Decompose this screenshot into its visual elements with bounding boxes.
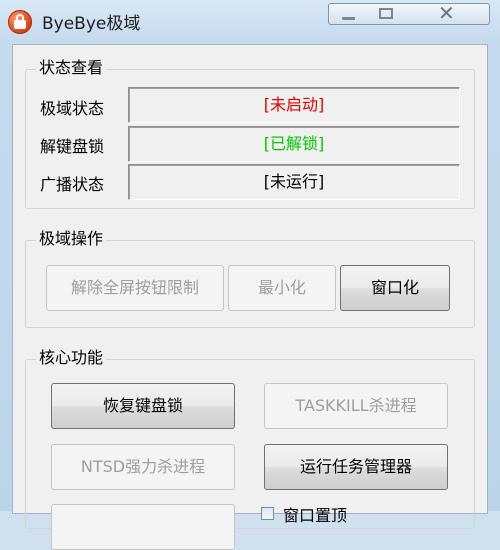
window-title: ByeBye极域 bbox=[42, 14, 141, 34]
minimize-icon bbox=[342, 17, 355, 20]
taskkill-button[interactable]: TASKKILL杀进程 bbox=[264, 383, 448, 429]
ntsd-kill-button[interactable]: NTSD强力杀进程 bbox=[51, 444, 235, 490]
status-label-broadcast: 广播状态 bbox=[40, 175, 105, 194]
title-bar[interactable]: ByeBye极域 ✕ bbox=[0, 0, 500, 42]
status-group-title: 状态查看 bbox=[36, 58, 107, 78]
core-group-title: 核心功能 bbox=[36, 348, 107, 368]
minimize-jiyu-button[interactable]: 最小化 bbox=[228, 265, 336, 311]
app-window: ByeBye极域 ✕ 状态查看 极域状态 [未启动] 解键盘锁 [已解锁] 广播… bbox=[0, 0, 500, 550]
close-window-button[interactable]: ✕ bbox=[406, 1, 490, 25]
windowed-button[interactable]: 窗口化 bbox=[340, 265, 450, 311]
pin-window-label: 窗口置顶 bbox=[283, 506, 348, 525]
keyboard-lock-status-field: [已解锁] bbox=[128, 126, 460, 162]
minimize-window-button[interactable] bbox=[328, 3, 368, 25]
ops-group-title: 极域操作 bbox=[36, 229, 107, 249]
restore-keyboard-lock-button[interactable]: 恢复键盘锁 bbox=[51, 383, 235, 429]
unlock-fullscreen-button[interactable]: 解除全屏按钮限制 bbox=[46, 265, 224, 311]
status-label-keyboard: 解键盘锁 bbox=[40, 137, 105, 156]
run-task-manager-button[interactable]: 运行任务管理器 bbox=[264, 444, 448, 490]
broadcast-status-field: [未运行] bbox=[128, 164, 460, 200]
jiyu-status-field: [未启动] bbox=[128, 87, 460, 123]
close-icon: ✕ bbox=[438, 1, 455, 25]
maximize-icon bbox=[379, 8, 393, 19]
client-area: 状态查看 极域状态 [未启动] 解键盘锁 [已解锁] 广播状态 [未运行] 极域… bbox=[12, 44, 488, 550]
pin-window-checkbox[interactable] bbox=[261, 507, 274, 520]
maximize-window-button[interactable] bbox=[367, 3, 407, 25]
status-label-jiyu: 极域状态 bbox=[40, 99, 105, 118]
ops-group: 极域操作 解除全屏按钮限制 最小化 窗口化 bbox=[25, 229, 475, 328]
lock-app-icon bbox=[8, 10, 32, 34]
core-group: 核心功能 恢复键盘锁 TASKKILL杀进程 NTSD强力杀进程 运行任务管理器 bbox=[25, 348, 475, 550]
status-group: 状态查看 极域状态 [未启动] 解键盘锁 [已解锁] 广播状态 [未运行] bbox=[25, 58, 475, 209]
